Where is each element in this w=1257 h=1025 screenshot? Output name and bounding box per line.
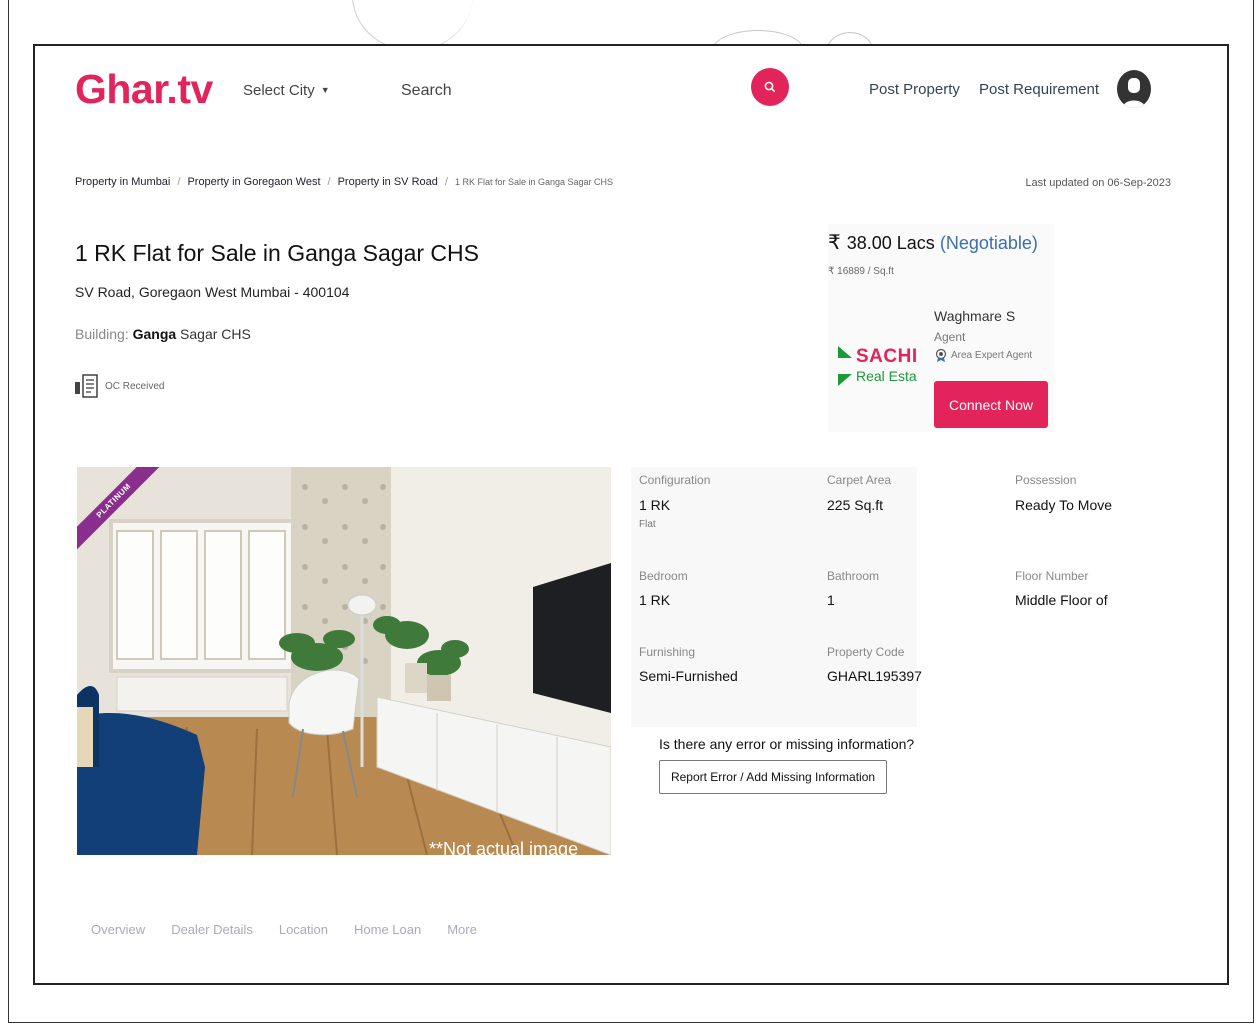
agent-tag-label: Area Expert Agent	[951, 349, 1033, 361]
price-agent-card: ₹38.00 Lacs (Negotiable) ₹ 16889 / Sq.ft…	[828, 224, 1054, 432]
bedroom-label: Bedroom	[639, 569, 688, 583]
breadcrumb-current: 1 RK Flat for Sale in Ganga Sagar CHS	[454, 177, 614, 187]
listing-title: 1 RK Flat for Sale in Ganga Sagar CHS	[75, 240, 479, 266]
property-details: Configuration 1 RK Flat Carpet Area 225 …	[631, 467, 922, 727]
tab-location[interactable]: Location	[279, 922, 328, 937]
tab-home-loan[interactable]: Home Loan	[354, 922, 421, 937]
furnishing-value: Semi-Furnished	[639, 668, 738, 684]
property-photo[interactable]: **Not actual image PLATINUM	[77, 467, 611, 855]
agent-logo-line2: Real Esta	[856, 368, 917, 384]
configuration-value: 1 RK	[639, 497, 671, 513]
agent-logo-line1: SACHI	[856, 346, 918, 367]
furnishing-label: Furnishing	[639, 645, 696, 659]
breadcrumb: Property in Mumbai / Property in Goregaon …	[75, 176, 613, 188]
property-code-value: GHARL195397	[827, 668, 922, 684]
carpet-area-label: Carpet Area	[827, 473, 892, 487]
oc-status: OC Received	[75, 373, 164, 399]
price: ₹38.00 Lacs (Negotiable)	[828, 230, 1038, 255]
breadcrumb-item[interactable]: Property in SV Road	[338, 176, 438, 188]
oc-status-label: OC Received	[105, 380, 165, 392]
property-code-label: Property Code	[827, 645, 905, 659]
possession-value: Ready To Move	[1015, 497, 1113, 513]
last-updated: Last updated on 06-Sep-2023	[1025, 177, 1171, 189]
agent-name: Waghmare S	[934, 308, 1016, 324]
carpet-area-value: 225 Sq.ft	[827, 497, 884, 513]
user-icon	[1123, 78, 1145, 108]
tab-overview[interactable]: Overview	[91, 922, 145, 937]
logo-arrows-icon	[838, 346, 852, 386]
negotiable-label: (Negotiable)	[939, 233, 1038, 253]
building-label: Building:	[75, 326, 129, 342]
certificate-icon	[75, 374, 98, 398]
bathroom-label: Bathroom	[827, 569, 880, 583]
user-avatar[interactable]	[1117, 70, 1151, 108]
agent-role: Agent	[934, 330, 966, 344]
living-room-illustration: **Not actual image	[77, 467, 611, 855]
breadcrumb-separator: /	[177, 176, 181, 188]
badge-icon	[935, 348, 947, 362]
browser-viewport: Ghar.tv Select City ▼ Post Property Post …	[33, 44, 1229, 985]
breadcrumb-item[interactable]: Property in Mumbai	[75, 176, 170, 188]
bedroom-value: 1 RK	[639, 592, 671, 608]
configuration-label: Configuration	[639, 473, 711, 487]
report-error-button[interactable]: Report Error / Add Missing Information	[659, 760, 887, 794]
image-caption: **Not actual image	[429, 839, 578, 855]
search-icon	[764, 81, 775, 92]
tab-more[interactable]: More	[447, 922, 477, 937]
building-name-rest: Sagar CHS	[176, 326, 251, 342]
section-tabs: Overview Dealer Details Location Home Lo…	[91, 922, 503, 937]
caret-down-icon: ▼	[320, 85, 330, 95]
price-amount: 38.00 Lacs	[846, 233, 935, 253]
post-requirement-link[interactable]: Post Requirement	[979, 81, 1099, 98]
building-name-bold: Ganga	[132, 326, 177, 342]
configuration-sub: Flat	[639, 519, 656, 530]
tab-dealer-details[interactable]: Dealer Details	[171, 922, 253, 937]
building-info: Building: Ganga Sagar CHS	[75, 326, 251, 342]
bathroom-value: 1	[827, 592, 835, 608]
listing-address: SV Road, Goregaon West Mumbai - 400104	[75, 284, 350, 300]
breadcrumb-separator: /	[444, 176, 448, 188]
possession-label: Possession	[1015, 473, 1077, 487]
breadcrumb-item[interactable]: Property in Goregaon West	[187, 176, 320, 188]
agent-logo: SACHI Real Esta	[836, 340, 920, 390]
city-select[interactable]: Select City ▼	[243, 82, 330, 99]
city-select-label: Select City	[243, 82, 315, 99]
search-input[interactable]	[401, 77, 741, 105]
connect-now-button[interactable]: Connect Now	[934, 381, 1048, 428]
post-property-link[interactable]: Post Property	[869, 81, 960, 98]
price-per-sqft: ₹ 16889 / Sq.ft	[828, 266, 894, 277]
site-logo[interactable]: Ghar.tv	[75, 66, 213, 113]
search-button[interactable]	[751, 68, 789, 106]
floor-number-label: Floor Number	[1015, 569, 1089, 583]
floor-number-value: Middle Floor of	[1015, 592, 1108, 608]
error-question: Is there any error or missing informatio…	[659, 736, 915, 752]
agent-tag: Area Expert Agent	[934, 348, 1032, 362]
breadcrumb-separator: /	[327, 176, 331, 188]
rupee-symbol: ₹	[828, 232, 841, 254]
